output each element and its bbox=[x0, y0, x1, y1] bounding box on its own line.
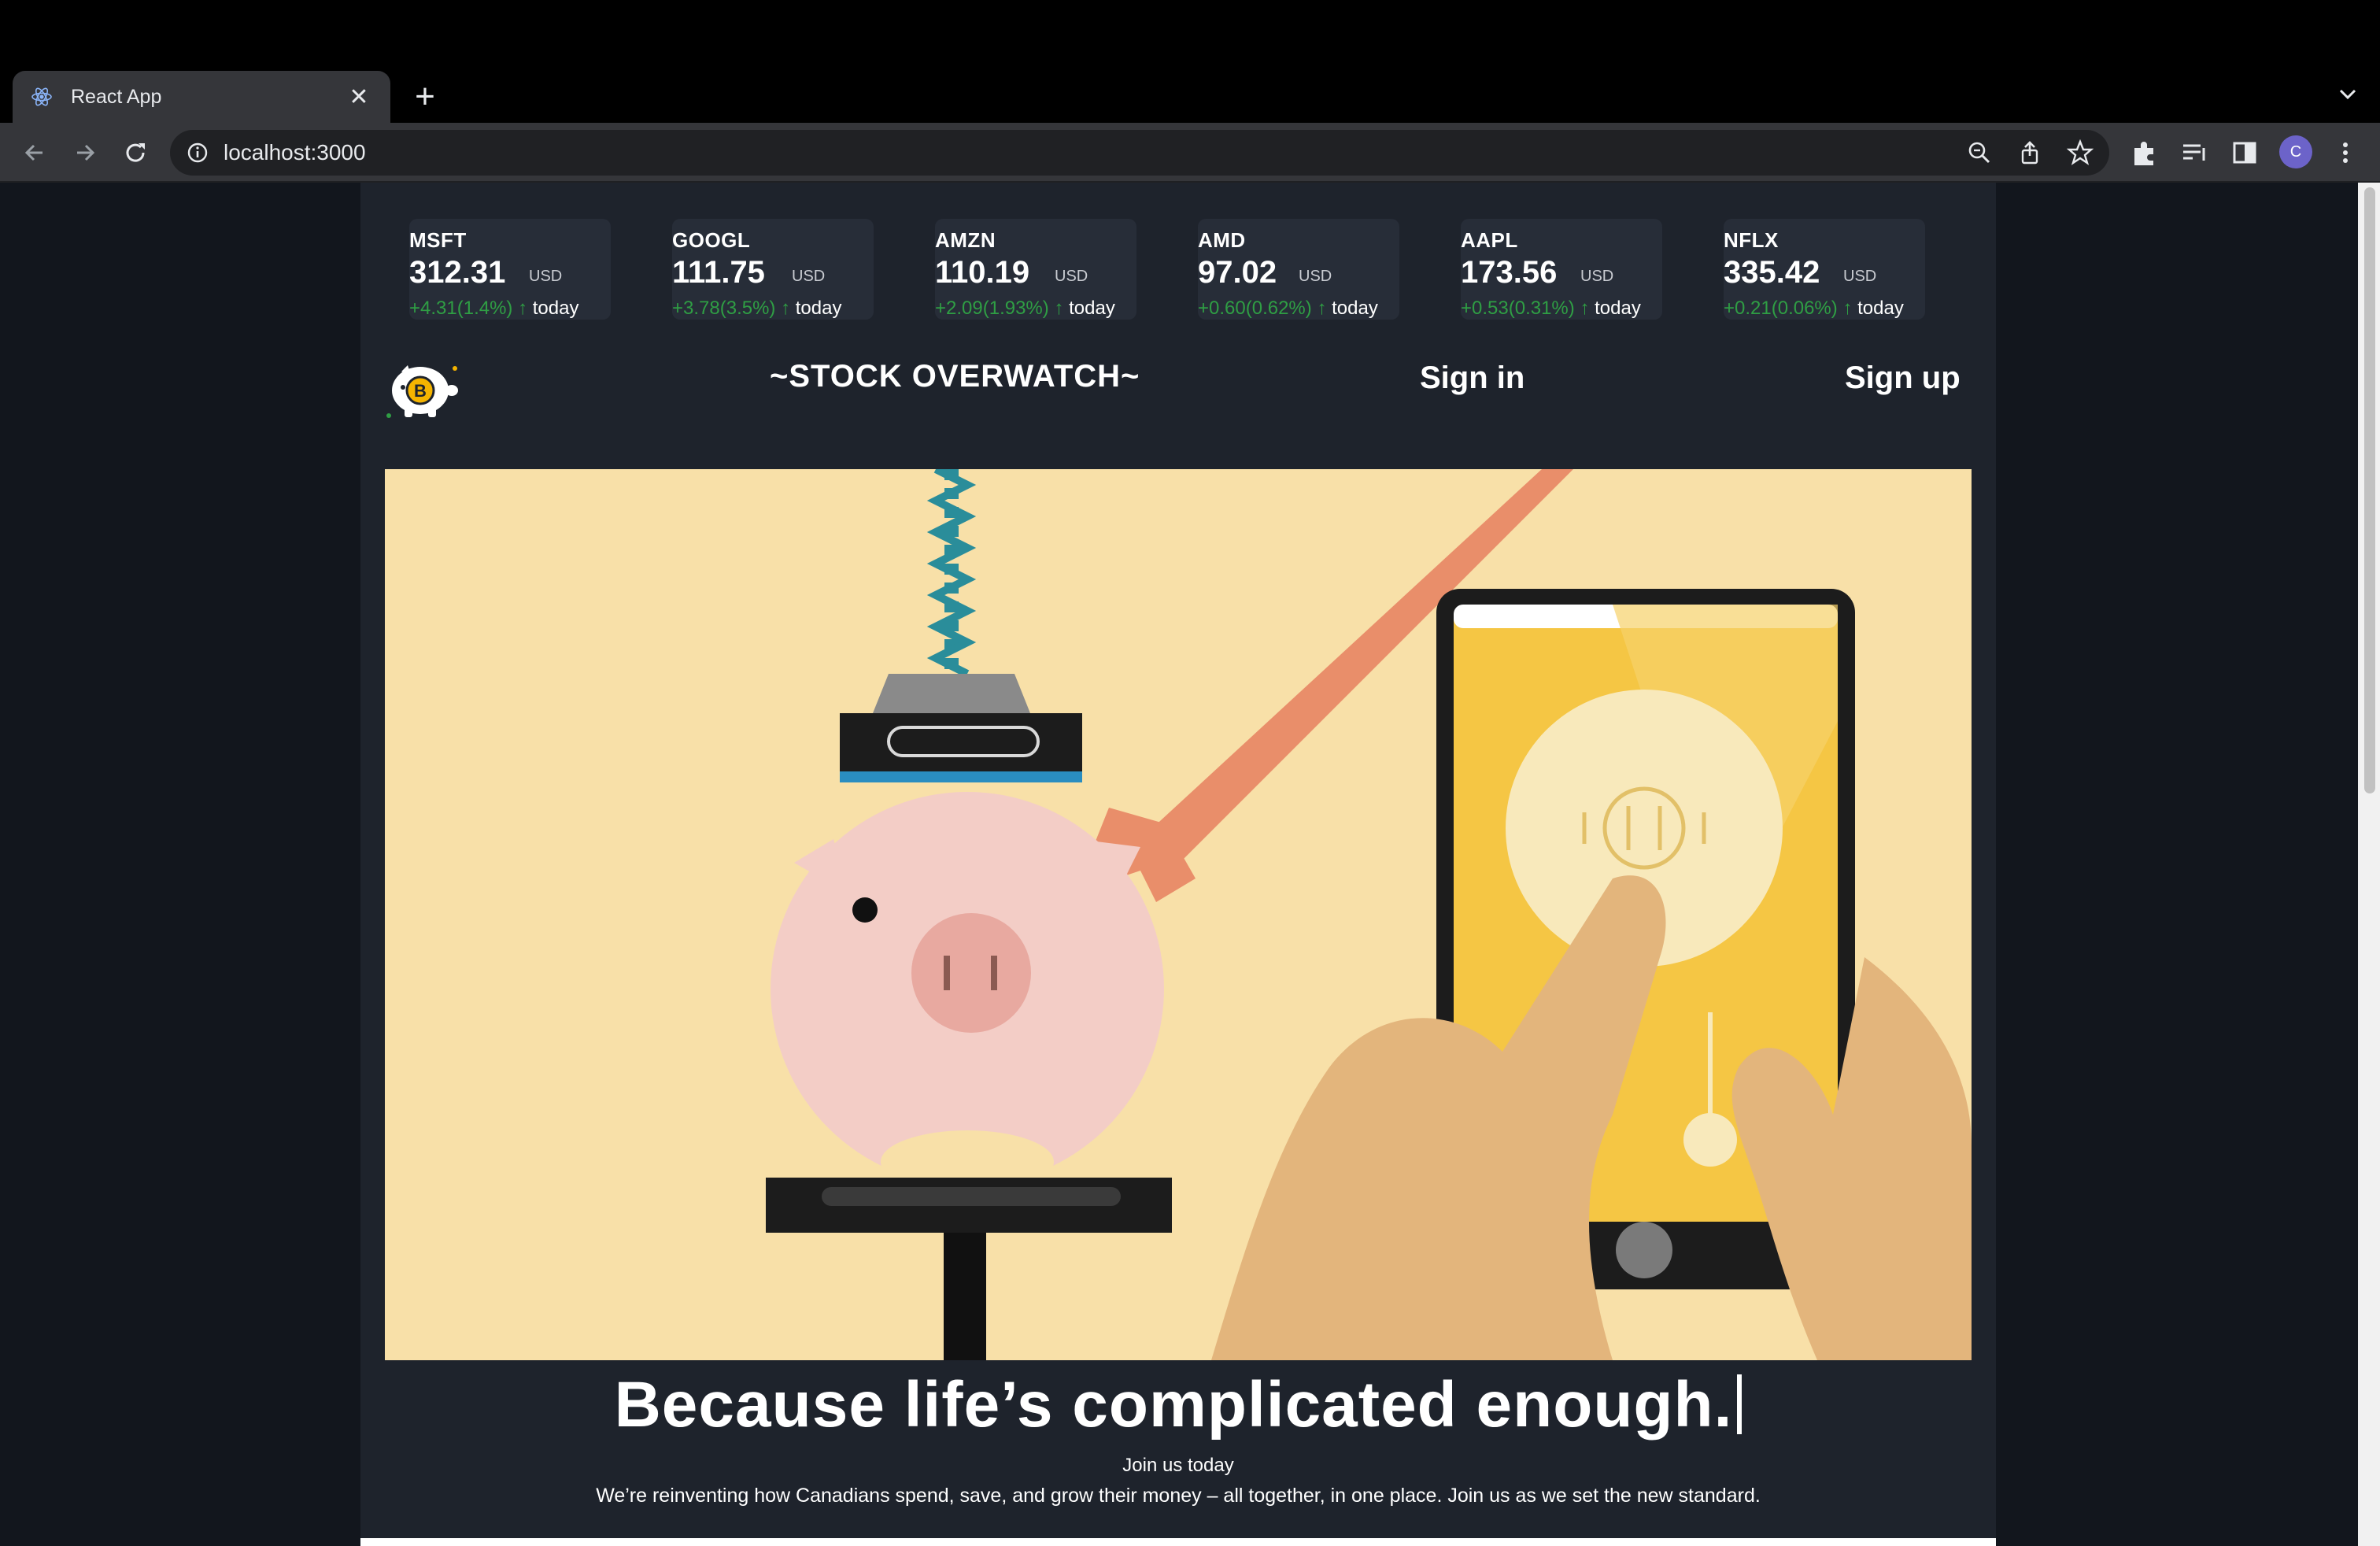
join-text: Join us today bbox=[1122, 1455, 1234, 1476]
back-icon[interactable] bbox=[19, 137, 50, 168]
piggy-bank-phone-illustration bbox=[385, 469, 1972, 1360]
sign-up-link[interactable]: Sign up bbox=[1845, 361, 1961, 396]
stock-change: +2.09(1.93%) ↑ today bbox=[935, 298, 1115, 320]
stock-change: +0.21(0.06%) ↑ today bbox=[1724, 298, 1904, 320]
stock-price: 335.42 bbox=[1724, 255, 1820, 290]
profile-avatar[interactable]: C bbox=[2279, 135, 2312, 168]
stock-card[interactable]: AAPL 173.56 USD +0.53(0.31%) ↑ today bbox=[1461, 219, 1662, 320]
tab-strip: React App ✕ + bbox=[0, 0, 2380, 123]
stock-price: 312.31 bbox=[409, 255, 506, 290]
sign-in-link[interactable]: Sign in bbox=[1420, 361, 1524, 396]
stock-price: 97.02 bbox=[1198, 255, 1277, 290]
forward-icon[interactable] bbox=[69, 137, 101, 168]
stock-currency: USD bbox=[529, 268, 563, 285]
scrollbar-thumb[interactable] bbox=[2364, 187, 2375, 793]
hero-illustration bbox=[385, 469, 1972, 1360]
section-divider bbox=[360, 1538, 1996, 1546]
change-period: today bbox=[532, 298, 579, 319]
stock-price: 173.56 bbox=[1461, 255, 1558, 290]
svg-text:B: B bbox=[414, 381, 427, 401]
browser-tab[interactable]: React App ✕ bbox=[13, 71, 390, 123]
stock-currency: USD bbox=[1580, 268, 1614, 285]
stock-symbol: AMD bbox=[1198, 228, 1246, 252]
up-arrow-icon: ↑ bbox=[1054, 298, 1064, 319]
side-panel-icon[interactable] bbox=[2229, 137, 2260, 168]
typing-caret bbox=[1737, 1374, 1743, 1434]
change-value: +4.31(1.4%) bbox=[409, 298, 513, 319]
more-menu-icon[interactable] bbox=[2330, 137, 2361, 168]
share-icon[interactable] bbox=[2016, 139, 2043, 166]
app-container: MSFT 312.31 USD +4.31(1.4%) ↑ today GOOG… bbox=[360, 183, 1996, 1546]
stock-ticker-row: MSFT 312.31 USD +4.31(1.4%) ↑ today GOOG… bbox=[409, 219, 1952, 321]
up-arrow-icon: ↑ bbox=[781, 298, 791, 319]
stock-card[interactable]: AMD 97.02 USD +0.60(0.62%) ↑ today bbox=[1198, 219, 1399, 320]
change-value: +2.09(1.93%) bbox=[935, 298, 1049, 319]
zoom-icon[interactable] bbox=[1966, 139, 1993, 166]
up-arrow-icon: ↑ bbox=[1317, 298, 1327, 319]
stock-card[interactable]: NFLX 335.42 USD +0.21(0.06%) ↑ today bbox=[1724, 219, 1925, 320]
stock-change: +4.31(1.4%) ↑ today bbox=[409, 298, 578, 320]
url-text: localhost:3000 bbox=[224, 140, 366, 165]
change-value: +3.78(3.5%) bbox=[672, 298, 776, 319]
stock-price: 110.19 bbox=[935, 255, 1030, 290]
change-period: today bbox=[1595, 298, 1641, 319]
stock-change: +0.60(0.62%) ↑ today bbox=[1198, 298, 1378, 320]
stock-currency: USD bbox=[1843, 268, 1877, 285]
stock-card[interactable]: GOOGL 111.75 USD +3.78(3.5%) ↑ today bbox=[672, 219, 874, 320]
stock-currency: USD bbox=[1055, 268, 1088, 285]
change-value: +0.21(0.06%) bbox=[1724, 298, 1838, 319]
change-value: +0.60(0.62%) bbox=[1198, 298, 1312, 319]
stock-currency: USD bbox=[1299, 268, 1332, 285]
react-favicon-icon bbox=[31, 87, 52, 106]
hero-headline: Because life’s complicated enough. bbox=[360, 1368, 1996, 1442]
tab-search-chevron-icon[interactable] bbox=[2336, 82, 2360, 105]
up-arrow-icon: ↑ bbox=[1842, 298, 1853, 319]
stock-symbol: NFLX bbox=[1724, 228, 1779, 252]
page-viewport: MSFT 312.31 USD +4.31(1.4%) ↑ today GOOG… bbox=[0, 183, 2358, 1546]
stock-currency: USD bbox=[792, 268, 826, 285]
page-scrollbar[interactable] bbox=[2358, 183, 2380, 1546]
change-period: today bbox=[1069, 298, 1115, 319]
up-arrow-icon: ↑ bbox=[518, 298, 528, 319]
close-tab-icon[interactable]: ✕ bbox=[345, 83, 373, 111]
stock-symbol: GOOGL bbox=[672, 228, 751, 252]
browser-toolbar: localhost:3000 bbox=[0, 123, 2380, 183]
stock-symbol: AAPL bbox=[1461, 228, 1518, 252]
headline-text: Because life’s complicated enough. bbox=[614, 1369, 1733, 1441]
extensions-icon[interactable] bbox=[2128, 137, 2160, 168]
change-period: today bbox=[1857, 298, 1904, 319]
stock-symbol: AMZN bbox=[935, 228, 996, 252]
change-period: today bbox=[1332, 298, 1378, 319]
tab-title: React App bbox=[71, 85, 162, 108]
up-arrow-icon: ↑ bbox=[1580, 298, 1590, 319]
site-info-icon[interactable] bbox=[186, 141, 209, 165]
stock-card[interactable]: AMZN 110.19 USD +2.09(1.93%) ↑ today bbox=[935, 219, 1136, 320]
stock-change: +0.53(0.31%) ↑ today bbox=[1461, 298, 1641, 320]
site-brand-title[interactable]: ~STOCK OVERWATCH~ bbox=[770, 359, 1140, 394]
reload-icon[interactable] bbox=[120, 137, 151, 168]
address-bar[interactable]: localhost:3000 bbox=[170, 130, 2109, 176]
stock-price: 111.75 bbox=[672, 255, 765, 290]
reading-list-icon[interactable] bbox=[2179, 137, 2210, 168]
new-tab-plus-icon[interactable]: + bbox=[409, 77, 441, 117]
stock-symbol: MSFT bbox=[409, 228, 467, 252]
stock-change: +3.78(3.5%) ↑ today bbox=[672, 298, 841, 320]
hero-tagline: We’re reinventing how Canadians spend, s… bbox=[596, 1485, 1761, 1507]
change-period: today bbox=[795, 298, 842, 319]
bookmark-star-icon[interactable] bbox=[2067, 139, 2094, 166]
stock-card[interactable]: MSFT 312.31 USD +4.31(1.4%) ↑ today bbox=[409, 219, 611, 320]
piggy-bitcoin-logo-icon[interactable]: B bbox=[384, 353, 460, 422]
change-value: +0.53(0.31%) bbox=[1461, 298, 1575, 319]
